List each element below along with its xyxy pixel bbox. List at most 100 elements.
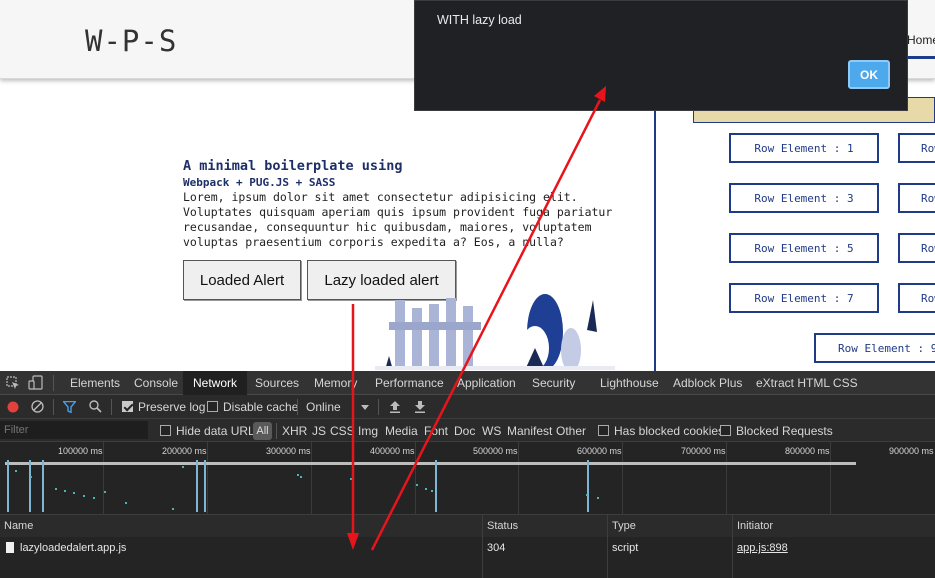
request-dot (297, 474, 299, 476)
column-divider (654, 79, 656, 371)
toolbar-separator (378, 399, 379, 415)
import-har-icon[interactable] (389, 400, 401, 413)
loaded-alert-button[interactable]: Loaded Alert (183, 260, 301, 300)
request-name-cell[interactable]: lazyloadedalert.app.js (2, 537, 126, 559)
timeline-tick-label: 800000 ms (785, 446, 830, 456)
type-filter-js[interactable]: JS (312, 419, 326, 443)
network-overview-timeline[interactable]: 100000 ms 200000 ms 300000 ms 400000 ms … (0, 442, 935, 515)
row-element: Row Element : 7 (729, 283, 879, 313)
timeline-gridline (207, 442, 208, 515)
column-header-name[interactable]: Name (0, 515, 482, 537)
tab-sources[interactable]: Sources (255, 371, 299, 395)
request-marker (42, 460, 44, 512)
request-marker (196, 460, 198, 512)
request-dot (300, 476, 302, 478)
chevron-down-icon[interactable] (361, 405, 369, 410)
request-dot (73, 492, 75, 494)
request-dot (125, 502, 127, 504)
request-marker (435, 460, 437, 512)
type-filter-doc[interactable]: Doc (454, 419, 475, 443)
tab-security[interactable]: Security (532, 371, 575, 395)
tab-adblock-plus[interactable]: Adblock Plus (673, 371, 742, 395)
toolbar-separator (53, 399, 54, 415)
type-filter-xhr[interactable]: XHR (282, 419, 307, 443)
throttling-select[interactable]: Online (306, 395, 341, 419)
filter-icon[interactable] (63, 401, 76, 413)
tab-lighthouse[interactable]: Lighthouse (600, 371, 659, 395)
request-dot (93, 497, 95, 499)
request-dot (597, 497, 599, 499)
hide-data-urls-label: Hide data URLs (176, 424, 261, 438)
nav-active-indicator (908, 56, 935, 59)
hide-data-urls-checkbox[interactable]: Hide data URLs (160, 419, 261, 443)
tab-network[interactable]: Network (183, 371, 248, 395)
checkbox-unchecked[interactable] (207, 401, 218, 412)
preserve-log-checkbox[interactable]: Preserve log (122, 395, 205, 419)
request-dot (172, 508, 174, 510)
alert-ok-button[interactable]: OK (848, 60, 890, 89)
timeline-range-line (5, 462, 856, 465)
request-marker (29, 460, 31, 512)
intro-subtitle: Webpack + PUG.JS + SASS (183, 176, 336, 189)
timeline-tick-label: 100000 ms (58, 446, 103, 456)
row-element: Row Element : 4 (898, 183, 935, 213)
tab-application[interactable]: Application (457, 371, 516, 395)
checkbox-unchecked[interactable] (598, 425, 609, 436)
nav-home-link[interactable]: Home (907, 33, 935, 47)
tab-elements[interactable]: Elements (70, 371, 120, 395)
timeline-gridline (830, 442, 831, 515)
intro-title: A minimal boilerplate using (183, 158, 403, 174)
alert-dialog: WITH lazy load OK (414, 0, 908, 111)
file-icon (6, 542, 14, 553)
tab-memory[interactable]: Memory (314, 371, 357, 395)
filter-input[interactable] (0, 421, 148, 439)
tab-extract-html-css[interactable]: eXtract HTML CSS (756, 371, 858, 395)
request-dot (425, 488, 427, 490)
export-har-icon[interactable] (414, 400, 426, 413)
type-filter-media[interactable]: Media (385, 419, 418, 443)
checkbox-unchecked[interactable] (160, 425, 171, 436)
timeline-gridline (726, 442, 727, 515)
tab-console[interactable]: Console (134, 371, 178, 395)
clear-icon[interactable] (31, 400, 44, 413)
type-filter-font[interactable]: Font (424, 419, 448, 443)
column-header-type[interactable]: Type (608, 515, 734, 537)
request-dot (55, 488, 57, 490)
timeline-tick-label: 500000 ms (473, 446, 518, 456)
alert-message: WITH lazy load (437, 13, 522, 27)
row-element: Row Element : 6 (898, 233, 935, 263)
device-toolbar-icon[interactable] (28, 375, 44, 391)
row-element: Row Element : 9 (814, 333, 935, 363)
inspect-element-icon[interactable] (6, 376, 20, 390)
disable-cache-checkbox[interactable]: Disable cache (207, 395, 298, 419)
timeline-gridline (622, 442, 623, 515)
column-header-status[interactable]: Status (483, 515, 607, 537)
type-filter-manifest[interactable]: Manifest (507, 419, 552, 443)
search-icon[interactable] (89, 400, 102, 413)
type-filter-other[interactable]: Other (556, 419, 586, 443)
preserve-log-label: Preserve log (138, 400, 206, 414)
toolbar-separator (297, 399, 298, 415)
type-filter-css[interactable]: CSS (330, 419, 355, 443)
type-filter-all[interactable]: All (253, 422, 272, 440)
has-blocked-cookies-checkbox[interactable]: Has blocked cookies (598, 419, 724, 443)
request-dot (30, 476, 32, 478)
blocked-requests-label: Blocked Requests (736, 424, 833, 438)
checkbox-unchecked[interactable] (720, 425, 731, 436)
type-filter-ws[interactable]: WS (482, 419, 501, 443)
record-icon[interactable] (7, 401, 19, 413)
timeline-tick-label: 900000 ms (889, 446, 934, 456)
type-filter-img[interactable]: Img (358, 419, 378, 443)
tab-performance[interactable]: Performance (375, 371, 444, 395)
site-logo[interactable]: W-P-S (85, 24, 177, 58)
toolbar-separator (111, 399, 112, 415)
request-name: lazyloadedalert.app.js (20, 542, 127, 554)
blocked-requests-checkbox[interactable]: Blocked Requests (720, 419, 833, 443)
row-element: Row Element : 2 (898, 133, 935, 163)
request-initiator-link[interactable]: app.js:898 (733, 537, 788, 559)
column-header-initiator[interactable]: Initiator (733, 515, 935, 537)
request-dot (15, 470, 17, 472)
checkbox-checked[interactable] (122, 401, 133, 412)
row-element: Row Element : 8 (898, 283, 935, 313)
timeline-tick-label: 600000 ms (577, 446, 622, 456)
